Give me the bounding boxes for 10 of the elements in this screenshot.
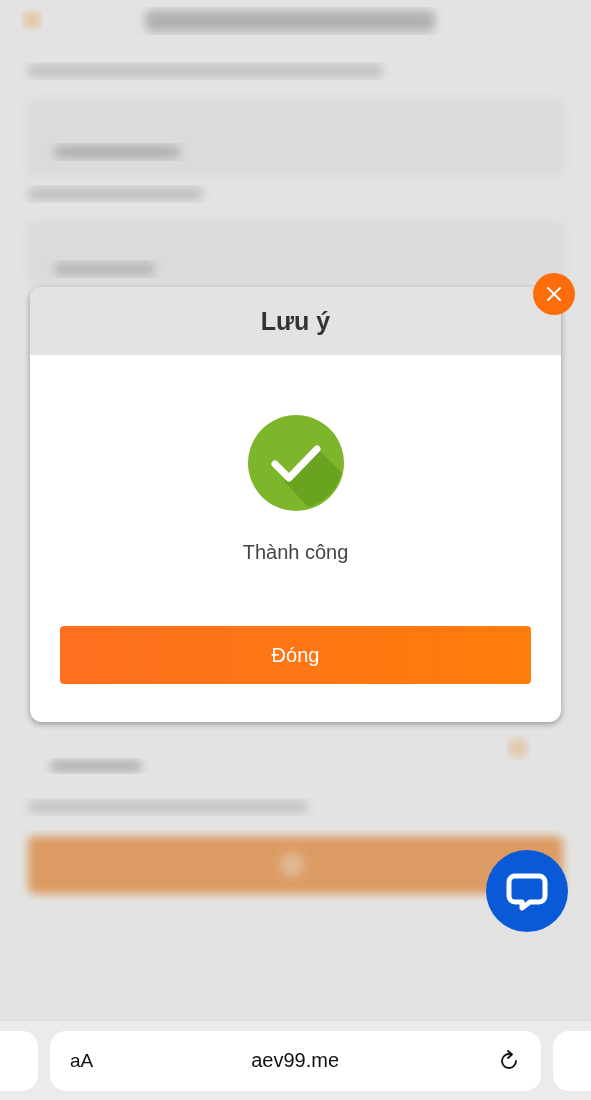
blurred-back-icon (23, 11, 41, 29)
success-message: Thành công (242, 541, 349, 564)
text-size-button[interactable]: aA (70, 1049, 94, 1072)
url-text: aev99.me (250, 1049, 341, 1072)
checkmark-icon (247, 415, 344, 511)
blurred-eye-icon (508, 738, 528, 758)
address-bar[interactable]: aA aev99.me (50, 1030, 541, 1091)
close-icon[interactable] (533, 273, 575, 315)
dialog-title: Lưu ý (260, 306, 331, 336)
chat-icon[interactable] (486, 850, 568, 932)
